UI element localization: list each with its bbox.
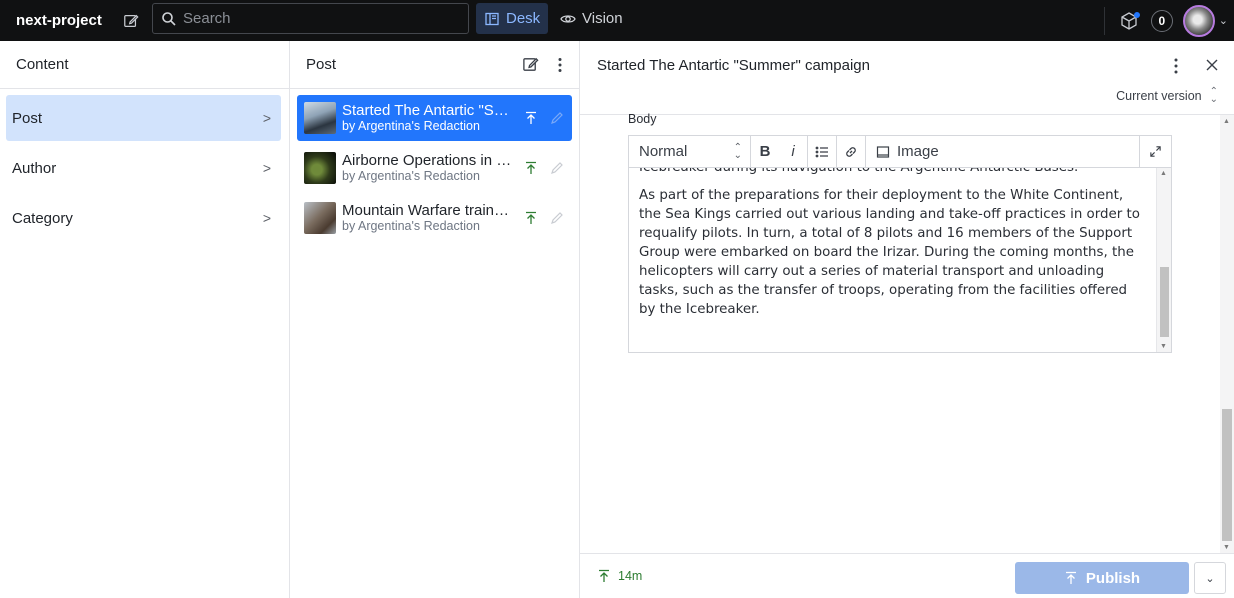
insert-image-label: Image <box>897 143 939 160</box>
kebab-menu-icon[interactable] <box>1168 57 1184 75</box>
content-pane: Content Post > Author > Category > <box>0 41 290 598</box>
document-thumbnail <box>304 152 336 184</box>
search-input[interactable] <box>183 10 453 27</box>
desk-icon <box>485 12 499 25</box>
user-avatar[interactable] <box>1182 4 1215 37</box>
up-down-chevron-icon: ⌃ ⌄ <box>1209 86 1218 105</box>
document-item[interactable]: Airborne Operations in Corrientes by Arg… <box>297 145 572 191</box>
link-button[interactable] <box>837 136 865 167</box>
compose-icon[interactable] <box>122 12 140 30</box>
vision-tool-button[interactable]: Vision <box>552 3 631 34</box>
body-field-label: Body <box>628 112 657 126</box>
content-pane-title: Content <box>16 56 69 73</box>
desk-tool-button[interactable]: Desk <box>476 3 549 34</box>
document-subtitle: by Argentina's Redaction <box>342 219 480 233</box>
scroll-down-icon[interactable]: ▼ <box>1223 544 1230 551</box>
link-icon <box>846 146 856 157</box>
bullet-list-icon <box>815 146 828 157</box>
search-icon <box>162 11 176 26</box>
search-field[interactable] <box>152 3 469 34</box>
document-subtitle: by Argentina's Redaction <box>342 169 480 183</box>
image-icon <box>876 145 890 158</box>
project-name[interactable]: next-project <box>16 12 102 29</box>
content-item-category[interactable]: Category > <box>6 195 281 241</box>
document-thumbnail <box>304 202 336 234</box>
scroll-up-icon[interactable]: ▲ <box>1160 170 1167 177</box>
document-title: Started The Antartic "Summer" campaign <box>342 102 512 119</box>
published-time: 14m <box>618 569 643 583</box>
edit-icon <box>551 212 563 224</box>
post-pane-header: Post <box>290 41 579 89</box>
compose-icon[interactable] <box>522 56 539 73</box>
content-pane-header: Content <box>0 41 289 89</box>
italic-button[interactable]: i <box>779 136 807 167</box>
editor-text-line: Icebreaker during its navigation to the … <box>639 168 1145 177</box>
bullet-list-button[interactable] <box>808 136 836 167</box>
up-down-chevron-icon: ⌃ ⌄ <box>733 141 742 161</box>
content-item-label: Author <box>12 159 57 177</box>
block-style-value: Normal <box>639 143 688 160</box>
post-list-pane: Post Started The Antartic "Summer" campa… <box>290 41 580 598</box>
publish-button[interactable]: Publish <box>1015 562 1189 594</box>
document-item[interactable]: Mountain Warfare training by Argentina's… <box>297 195 572 241</box>
divider <box>1103 6 1105 35</box>
version-selector[interactable]: Current version ⌃ ⌄ <box>1116 86 1218 105</box>
editor-scrollbar[interactable]: ▲ ▼ <box>1156 168 1171 352</box>
document-thumbnail <box>304 102 336 134</box>
close-icon[interactable] <box>1204 57 1220 73</box>
content-item-label: Category <box>12 209 73 227</box>
update-dot <box>1133 11 1140 18</box>
block-style-select[interactable]: Normal ⌃ ⌄ <box>629 136 751 167</box>
eye-icon <box>560 14 576 23</box>
published-icon <box>526 111 536 124</box>
insert-image-button[interactable]: Image <box>866 143 939 160</box>
editor-paragraph: As part of the preparations for their de… <box>639 188 1140 317</box>
scrollbar-thumb[interactable] <box>1160 267 1169 337</box>
scrollbar-thumb[interactable] <box>1222 409 1232 541</box>
vision-tool-label: Vision <box>582 10 623 27</box>
kebab-menu-icon[interactable] <box>557 57 563 73</box>
more-actions-button[interactable]: ⌄ <box>1194 562 1226 594</box>
content-item-label: Post <box>12 109 43 127</box>
post-pane-title: Post <box>306 56 337 73</box>
content-item-post[interactable]: Post > <box>6 95 281 141</box>
editor-content[interactable]: Icebreaker during its navigation to the … <box>629 168 1155 352</box>
scroll-up-icon[interactable]: ▲ <box>1223 118 1230 125</box>
expand-icon <box>1150 146 1161 157</box>
chevron-down-icon[interactable]: ⌄ <box>1219 14 1228 27</box>
topbar-right: 0 ⌄ <box>1103 0 1234 41</box>
document-item[interactable]: Started The Antartic "Summer" campaign b… <box>297 95 572 141</box>
publish-icon <box>1065 571 1076 584</box>
publish-label: Publish <box>1085 569 1141 587</box>
desk-tool-label: Desk <box>506 10 541 27</box>
document-footer: 14m Publish ⌄ <box>580 553 1234 598</box>
document-title: Mountain Warfare training <box>342 202 512 219</box>
published-icon <box>599 569 609 582</box>
chevron-right-icon: > <box>262 160 271 176</box>
published-icon <box>526 161 536 174</box>
document-editor-header: Started The Antartic "Summer" campaign C… <box>580 41 1234 115</box>
document-heading: Started The Antartic "Summer" campaign <box>597 57 870 74</box>
content-item-author[interactable]: Author > <box>6 145 281 191</box>
version-label: Current version <box>1116 89 1202 103</box>
document-subtitle: by Argentina's Redaction <box>342 119 480 133</box>
rich-text-editor[interactable]: Normal ⌃⌄ B i Image Icebreaker during it… <box>628 135 1172 353</box>
document-title: Airborne Operations in Corrientes <box>342 152 512 169</box>
chevron-right-icon: > <box>262 210 271 226</box>
chevron-right-icon: > <box>262 110 271 126</box>
document-scrollbar[interactable]: ▲ ▼ <box>1220 115 1234 553</box>
edit-icon <box>551 112 563 124</box>
bold-button[interactable]: B <box>751 136 779 167</box>
fullscreen-button[interactable] <box>1139 136 1171 167</box>
notification-count-badge[interactable]: 0 <box>1150 9 1173 32</box>
scroll-down-icon[interactable]: ▼ <box>1160 343 1167 350</box>
published-icon <box>526 211 536 224</box>
editor-toolbar: Normal ⌃ ⌄ B i Image <box>629 136 1171 168</box>
top-navbar: next-project Desk Vision 0 ⌄ <box>0 0 1234 41</box>
package-icon[interactable] <box>1119 11 1140 31</box>
chevron-down-icon: ⌄ <box>1205 572 1215 585</box>
edit-icon <box>551 162 563 174</box>
publish-status[interactable]: 14m <box>597 569 642 583</box>
